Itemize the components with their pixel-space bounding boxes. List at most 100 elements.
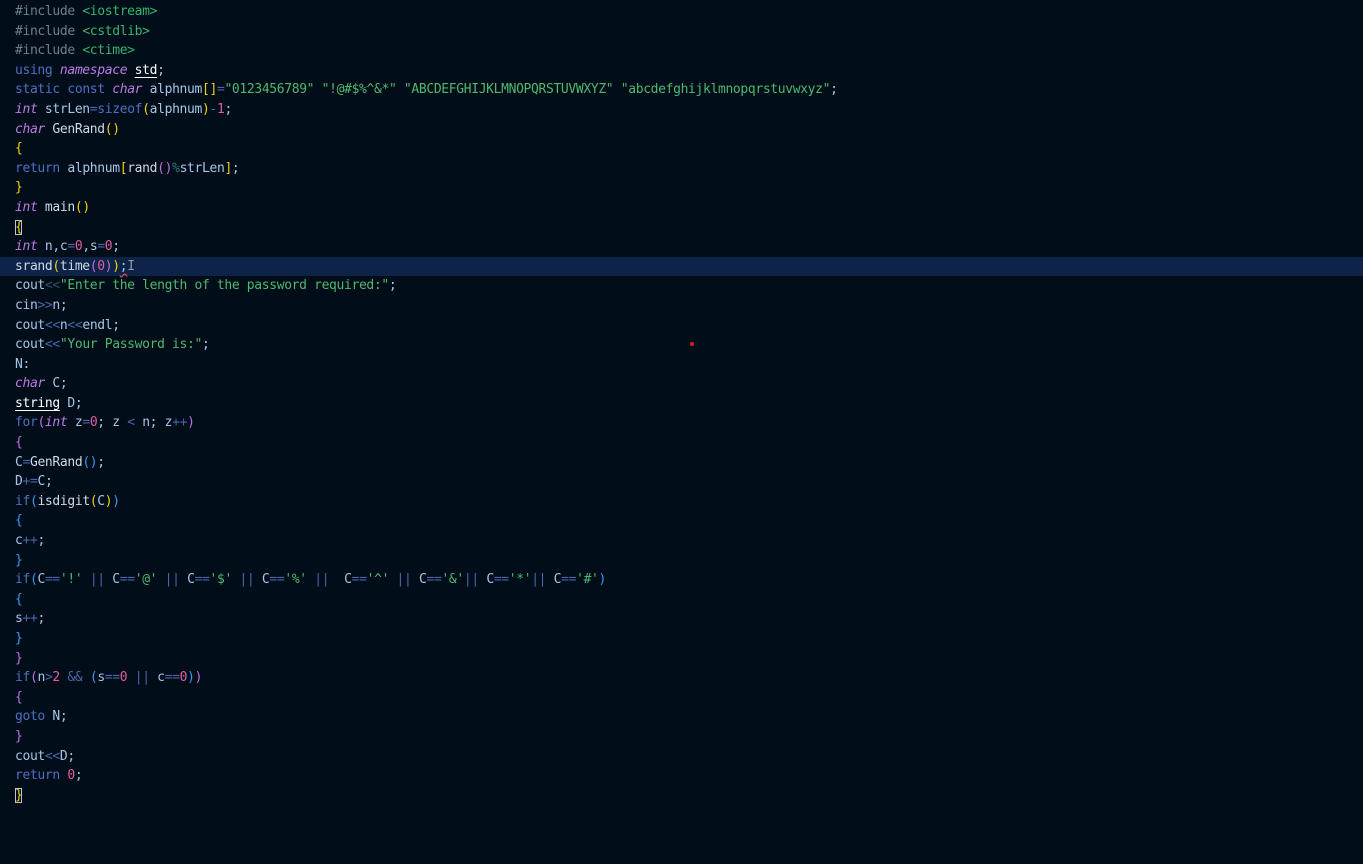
code-token: ; [388, 278, 397, 294]
code-token: '&' [441, 572, 464, 588]
code-line[interactable]: } [0, 178, 1363, 198]
code-token: ++ [22, 533, 38, 549]
code-line[interactable]: cin>>n; [0, 296, 1363, 316]
code-token: { [15, 435, 23, 451]
code-token: ; [97, 454, 105, 470]
code-line[interactable]: { [0, 433, 1363, 453]
code-token: c [157, 670, 165, 686]
code-token: = [82, 415, 90, 431]
code-line[interactable]: return 0; [0, 766, 1363, 786]
code-token: "0123456789" [224, 82, 315, 98]
code-line[interactable]: for(int z=0; z < n; z++) [0, 413, 1363, 433]
code-line[interactable]: N: [0, 355, 1363, 375]
code-token: << [44, 748, 60, 764]
code-token: strLen [179, 160, 225, 176]
code-token: 2 [52, 670, 60, 686]
code-token: ; [37, 533, 45, 549]
code-token: << [44, 278, 60, 294]
code-token: , [52, 239, 60, 255]
code-line[interactable]: string D; [0, 394, 1363, 414]
code-token: || [127, 670, 158, 686]
code-token: 0 [179, 670, 188, 686]
code-line[interactable]: int main() [0, 198, 1363, 218]
code-token: C [37, 572, 45, 588]
code-line[interactable]: int strLen=sizeof(alphnum)-1; [0, 100, 1363, 120]
code-line[interactable]: } [0, 786, 1363, 806]
code-token: ; [74, 768, 83, 784]
code-line[interactable]: if(isdigit(C)) [0, 492, 1363, 512]
code-line[interactable]: if(C=='!' || C=='@' || C=='$' || C=='%' … [0, 570, 1363, 590]
code-token: C [52, 376, 60, 392]
code-line[interactable]: } [0, 629, 1363, 649]
code-line[interactable]: { [0, 139, 1363, 159]
code-token: () [74, 199, 90, 215]
code-line[interactable]: if(n>2 && (s==0 || c==0)) [0, 668, 1363, 688]
code-line[interactable]: char C; [0, 374, 1363, 394]
code-token: strLen [44, 101, 90, 117]
code-line[interactable]: { [0, 688, 1363, 708]
code-token: '%' [284, 572, 307, 588]
code-token: ] [224, 160, 232, 176]
code-editor[interactable]: #include <iostream> #include <cstdlib> #in… [0, 0, 1363, 864]
code-line[interactable]: s++; [0, 609, 1363, 629]
code-token: C [37, 474, 45, 490]
code-token: z [164, 415, 173, 431]
code-token: return [15, 768, 60, 784]
code-line[interactable]: #include <cstdlib> [0, 22, 1363, 42]
code-token: alphnum [149, 82, 203, 98]
code-line[interactable]: { [0, 511, 1363, 531]
code-token: ( [37, 415, 45, 431]
code-token: == [119, 572, 135, 588]
code-token: ++ [22, 611, 38, 627]
code-line[interactable]: { [0, 590, 1363, 610]
code-token: { [15, 591, 23, 607]
code-line[interactable]: cout<<"Your Password is:"; [0, 335, 1363, 355]
code-line[interactable]: { [0, 218, 1363, 238]
code-line[interactable]: goto N; [0, 707, 1363, 727]
code-token: ; [224, 101, 232, 117]
code-token: << [67, 317, 83, 333]
code-line[interactable]: int n,c=0,s=0; [0, 237, 1363, 257]
text-cursor: I [127, 258, 135, 274]
code-line[interactable]: } [0, 551, 1363, 571]
code-line[interactable]: cout<<"Enter the length of the password … [0, 276, 1363, 296]
code-lines[interactable]: #include <iostream> #include <cstdlib> #in… [0, 2, 1363, 805]
code-line[interactable]: #include <ctime> [0, 41, 1363, 61]
code-token: int [15, 101, 38, 117]
code-line[interactable]: c++; [0, 531, 1363, 551]
code-token: GenRand [29, 454, 83, 470]
code-line[interactable]: D+=C; [0, 472, 1363, 492]
code-line[interactable]: } [0, 649, 1363, 669]
code-token: if [15, 572, 30, 588]
code-line[interactable]: char GenRand() [0, 120, 1363, 140]
code-token: ; [149, 415, 165, 431]
code-token: ; [112, 239, 120, 255]
code-line[interactable]: srand(time(0));I [0, 256, 1363, 277]
code-line[interactable]: static const char alphnum[]="0123456789"… [0, 80, 1363, 100]
code-token: = [22, 454, 30, 470]
code-token: 0 [67, 768, 75, 784]
code-line[interactable]: cout<<n<<endl; [0, 316, 1363, 336]
code-token: endl [82, 317, 113, 333]
code-token: #include [15, 23, 75, 39]
code-line[interactable]: C=GenRand(); [0, 453, 1363, 473]
code-token: ( [142, 101, 150, 117]
code-line[interactable]: #include <iostream> [0, 2, 1363, 22]
code-token: n [142, 415, 150, 431]
code-line[interactable]: return alphnum[rand()%strLen]; [0, 159, 1363, 179]
code-line[interactable]: using namespace std; [0, 61, 1363, 81]
code-token: ; [59, 297, 68, 313]
code-token: s [97, 670, 105, 686]
code-token: int [15, 239, 38, 255]
code-token: } [15, 180, 23, 196]
code-token: cout [15, 337, 45, 353]
code-token: () [157, 160, 173, 176]
code-token: ; [37, 611, 45, 627]
code-line[interactable]: cout<<D; [0, 747, 1363, 767]
code-token: "Your Password is:" [59, 337, 202, 353]
code-line[interactable]: } [0, 727, 1363, 747]
